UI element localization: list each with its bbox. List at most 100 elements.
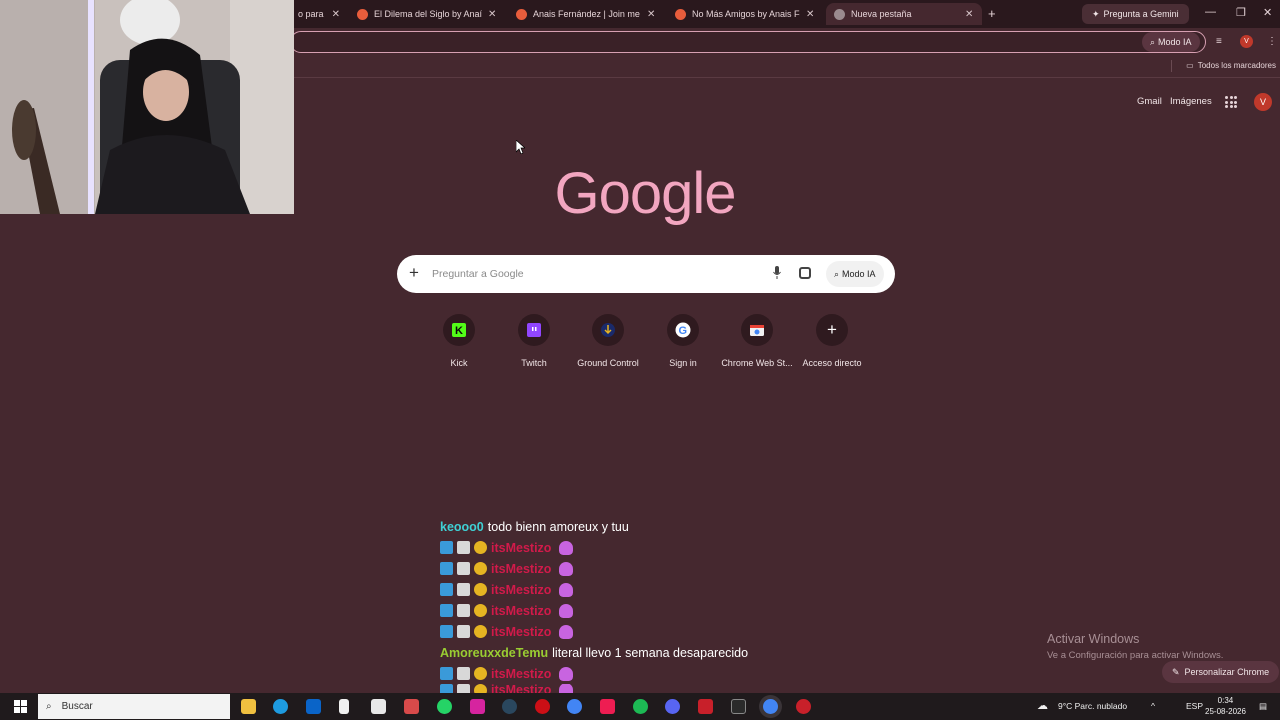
tab-favicon	[516, 8, 527, 20]
omnibox-modo-ia-button[interactable]: ⌕ Modo IA	[1142, 32, 1200, 52]
app-icon[interactable]	[698, 699, 713, 714]
chrome-active-icon[interactable]	[763, 699, 778, 714]
chrome-icon	[834, 8, 845, 20]
menu-icon[interactable]: ⋮	[1267, 36, 1277, 47]
obs-icon[interactable]	[796, 699, 811, 714]
close-icon[interactable]: ✕	[806, 9, 814, 20]
minimize-icon[interactable]: —	[1205, 6, 1216, 18]
taskbar-clock[interactable]: 0:34 25-08-2026	[1205, 695, 1246, 717]
avatar[interactable]: V	[1254, 93, 1272, 111]
subscriber-badge-icon	[457, 583, 470, 596]
chrome-icon[interactable]	[567, 699, 582, 714]
app-icon[interactable]	[404, 699, 419, 714]
weather-icon[interactable]: ☁	[1037, 699, 1048, 712]
shortcut-label: Acceso directo	[802, 358, 862, 368]
close-icon[interactable]: ✕	[488, 9, 496, 20]
weather-label[interactable]: 9°C Parc. nublado	[1058, 701, 1127, 711]
opera-icon[interactable]	[535, 699, 550, 714]
chat-message: keooo0 todo bienn amoreux y tuu	[440, 516, 860, 537]
chat-message: itsMestizo	[440, 621, 860, 642]
file-explorer-icon[interactable]	[241, 699, 256, 714]
close-icon[interactable]: ✕	[332, 9, 340, 20]
coin-badge-icon	[474, 625, 487, 638]
windows-taskbar: ⌕ Buscar ☁ 9°C Parc. nublado ^ ESP 0:34 …	[0, 693, 1280, 720]
modo-ia-button[interactable]: ⌕ Modo IA	[826, 261, 884, 287]
chevron-up-icon[interactable]: ^	[1151, 701, 1155, 711]
windows-start-icon[interactable]	[14, 700, 27, 713]
steam-icon[interactable]	[502, 699, 517, 714]
taskbar-search[interactable]: ⌕ Buscar	[38, 694, 230, 719]
add-plus-icon[interactable]: +	[409, 263, 419, 283]
all-bookmarks-button[interactable]: ▭ Todos los marcadores	[1186, 61, 1276, 70]
close-window-icon[interactable]: ✕	[1263, 6, 1272, 19]
tab-favicon	[357, 8, 368, 20]
spotify-icon[interactable]	[633, 699, 648, 714]
tab-2[interactable]: Anais Fernández | Join me on S ✕	[508, 3, 664, 25]
shortcut-kick[interactable]: K Kick	[419, 314, 499, 368]
pencil-icon: ✎	[1172, 666, 1180, 677]
epic-games-icon[interactable]	[731, 699, 746, 714]
search-box[interactable]: + Preguntar a Google ⌕ Modo IA	[397, 255, 895, 293]
tab-0[interactable]: o para t ✕	[290, 3, 348, 25]
notifications-icon[interactable]: ▤	[1259, 701, 1267, 712]
plus-icon: +	[816, 314, 848, 346]
tiktok-icon[interactable]	[600, 699, 615, 714]
emote-icon	[559, 603, 574, 618]
store-icon[interactable]	[371, 699, 386, 714]
outlook-icon[interactable]	[306, 699, 321, 714]
close-icon[interactable]: ✕	[647, 9, 655, 20]
customize-chrome-button[interactable]: ✎ Personalizar Chrome	[1162, 661, 1280, 683]
discord-icon[interactable]	[665, 699, 680, 714]
chat-username: keooo0	[440, 519, 484, 534]
time-label: 0:34	[1217, 696, 1234, 705]
chat-username: itsMestizo	[491, 624, 552, 639]
new-tab-button[interactable]: +	[988, 6, 996, 21]
shortcut-twitch[interactable]: Twitch	[494, 314, 574, 368]
ground-control-icon	[592, 314, 624, 346]
google-apps-icon[interactable]	[1225, 96, 1237, 108]
google-icon: G	[667, 314, 699, 346]
tab-3[interactable]: No Más Amigos by Anais Ferná ✕	[667, 3, 823, 25]
chat-message: itsMestizo	[440, 600, 860, 621]
gemini-button[interactable]: ✦ Pregunta a Gemini	[1082, 4, 1189, 24]
chat-username: AmoreuxxdeTemu	[440, 645, 549, 660]
shortcut-ground-control[interactable]: Ground Control	[568, 314, 648, 368]
subscriber-badge-icon	[457, 604, 470, 617]
microphone-icon[interactable]	[773, 266, 781, 279]
twitch-icon	[518, 314, 550, 346]
webcam-feed-image	[0, 0, 294, 214]
chat-username: itsMestizo	[491, 540, 552, 555]
tab-1[interactable]: El Dilema del Siglo by Anaís Fe ✕	[349, 3, 505, 25]
gmail-link[interactable]: Gmail	[1137, 96, 1162, 107]
tab-title: Nueva pestaña	[851, 9, 912, 19]
instagram-icon[interactable]	[470, 699, 485, 714]
shortcut-chrome-web-store[interactable]: Chrome Web St...	[717, 314, 797, 368]
shortcut-label: Ground Control	[577, 358, 639, 368]
tab-title: El Dilema del Siglo by Anaís Fe	[374, 9, 482, 19]
close-icon[interactable]: ✕	[965, 9, 973, 20]
language-indicator[interactable]: ESP	[1186, 701, 1203, 711]
tab-search-icon[interactable]: ≡	[1216, 36, 1222, 47]
whatsapp-icon[interactable]	[437, 699, 452, 714]
tab-4[interactable]: Nueva pestaña ✕	[826, 3, 982, 25]
coin-badge-icon	[474, 604, 487, 617]
images-link[interactable]: Imágenes	[1170, 96, 1212, 107]
shortcut-sign-in[interactable]: G Sign in	[643, 314, 723, 368]
windows-activation-watermark: Activar Windows Ve a Configuración para …	[1047, 632, 1223, 661]
bookmarks-divider	[1171, 60, 1172, 72]
profile-icon[interactable]: V	[1240, 35, 1253, 48]
chat-username: itsMestizo	[491, 603, 552, 618]
edge-icon[interactable]	[273, 699, 288, 714]
google-lens-icon[interactable]	[799, 267, 811, 279]
chat-message: itsMestizo	[440, 558, 860, 579]
gemini-label: Pregunta a Gemini	[1103, 9, 1179, 19]
shortcut-add[interactable]: + Acceso directo	[792, 314, 872, 368]
restore-icon[interactable]: ❐	[1236, 6, 1246, 19]
address-bar[interactable]	[290, 31, 1206, 53]
chrome-web-store-icon	[741, 314, 773, 346]
search-input[interactable]: Preguntar a Google	[432, 268, 524, 280]
subscriber-badge-icon	[457, 541, 470, 554]
mouse-cursor-icon	[516, 140, 525, 154]
notepad-icon[interactable]	[339, 699, 349, 714]
subscriber-badge-icon	[457, 562, 470, 575]
